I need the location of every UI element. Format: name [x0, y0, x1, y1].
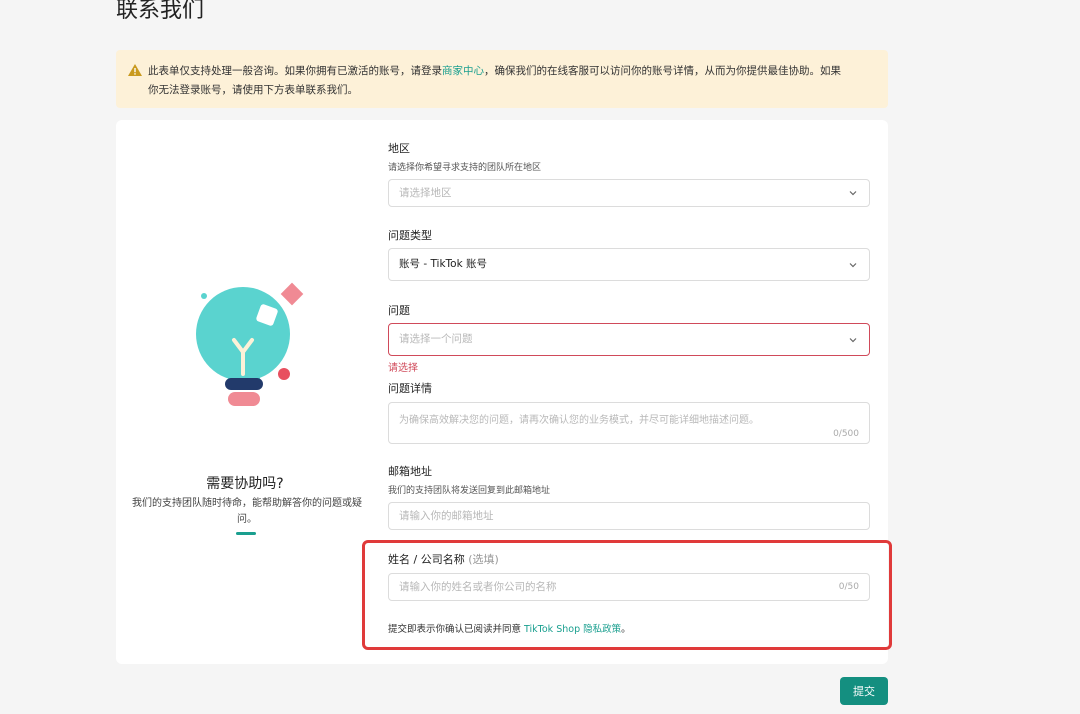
- help-description: 我们的支持团队随时待命，能帮助解答你的问题或疑问。: [132, 498, 362, 525]
- notice-line-2: 你无法登录账号，请使用下方表单联系我们。: [148, 84, 358, 96]
- warning-icon: [128, 64, 142, 76]
- page-title: 联系我们: [116, 0, 205, 23]
- chevron-down-icon: [849, 191, 857, 196]
- help-underline: [236, 532, 256, 535]
- issue-type-label: 问题类型: [388, 229, 432, 242]
- help-title: 需要协助吗?: [206, 476, 284, 492]
- name-label: 姓名 / 公司名称 (选填): [388, 553, 499, 566]
- issue-label: 问题: [388, 304, 410, 317]
- lightbulb-illustration: [196, 282, 304, 406]
- email-field[interactable]: 请输入你的邮箱地址: [388, 502, 870, 530]
- chevron-down-icon: [849, 263, 857, 268]
- name-field[interactable]: 请输入你的姓名或者你公司的名称 0/50: [388, 573, 870, 601]
- email-label: 邮箱地址: [388, 465, 432, 478]
- name-counter: 0/50: [838, 582, 859, 592]
- email-hint: 我们的支持团队将发送回复到此邮箱地址: [388, 486, 551, 496]
- notice-line-1: 此表单仅支持处理一般咨询。如果你拥有已激活的账号，请登录商家中心，确保我们的在线…: [148, 65, 841, 77]
- merchant-center-link[interactable]: 商家中心: [442, 65, 484, 77]
- region-hint: 请选择你希望寻求支持的团队所在地区: [388, 163, 542, 173]
- details-counter: 0/500: [833, 429, 859, 439]
- consent-text: 提交即表示你确认已阅读并同意 TikTok Shop 隐私政策。: [388, 624, 631, 635]
- region-label: 地区: [388, 142, 410, 155]
- issue-error: 请选择: [388, 363, 418, 374]
- privacy-policy-link[interactable]: TikTok Shop 隐私政策: [524, 624, 621, 635]
- info-notice: 此表单仅支持处理一般咨询。如果你拥有已激活的账号，请登录商家中心，确保我们的在线…: [116, 50, 888, 108]
- issue-select[interactable]: 请选择一个问题: [388, 323, 870, 356]
- submit-button[interactable]: 提交: [840, 677, 888, 705]
- issue-type-select[interactable]: 账号 - TikTok 账号: [388, 248, 870, 281]
- details-label: 问题详情: [388, 382, 432, 395]
- region-select[interactable]: 请选择地区: [388, 179, 870, 207]
- details-textarea[interactable]: 为确保高效解决您的问题，请再次确认您的业务模式，并尽可能详细地描述问题。 0/5…: [388, 402, 870, 444]
- chevron-down-icon: [849, 338, 857, 343]
